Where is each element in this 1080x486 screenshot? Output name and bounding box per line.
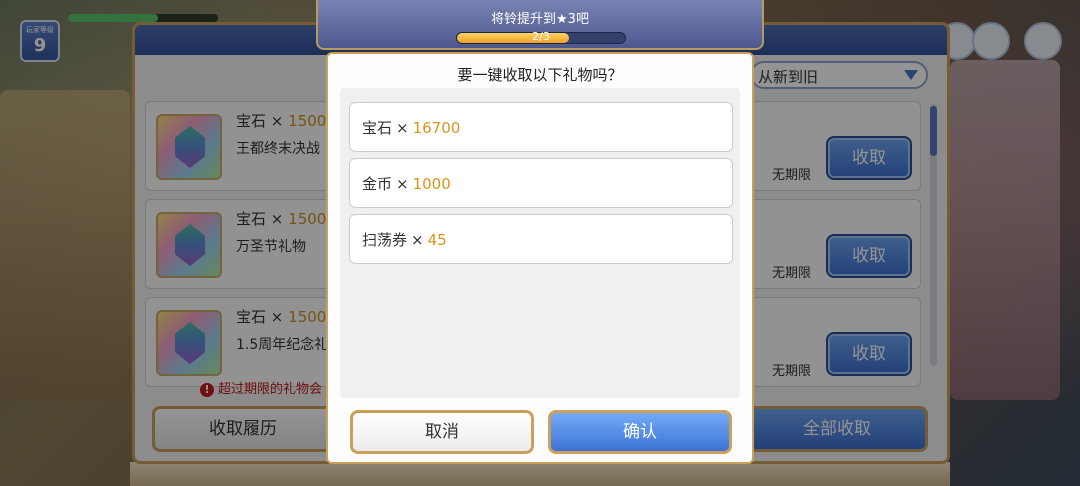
- dialog-item: 扫荡券 × 45: [349, 214, 733, 264]
- dialog-item-name: 金币: [362, 175, 393, 193]
- dialog-item-qty: 16700: [412, 119, 461, 137]
- confirm-button[interactable]: 确认: [548, 410, 732, 454]
- claim-all-dialog: 要一键收取以下礼物吗？ 宝石 × 16700 金币 × 1000 扫荡券 × 45 取消 确…: [326, 52, 754, 464]
- dialog-item-mul: ×: [396, 119, 409, 137]
- dialog-item-qty: 45: [427, 231, 447, 249]
- dialog-item-name: 宝石: [362, 119, 393, 137]
- dialog-item-list: 宝石 × 16700 金币 × 1000 扫荡券 × 45: [340, 88, 740, 398]
- dialog-item: 宝石 × 16700: [349, 102, 733, 152]
- mission-text: 将铃提升到★3吧: [491, 12, 589, 27]
- mission-banner: 将铃提升到★3吧 2/3: [316, 0, 764, 50]
- mission-progress-bar: 2/3: [456, 30, 626, 44]
- dialog-item-name: 扫荡券: [362, 231, 408, 249]
- dialog-item-mul: ×: [396, 175, 409, 193]
- dialog-item-qty: 1000: [412, 175, 451, 193]
- dialog-title: 要一键收取以下礼物吗？: [457, 66, 623, 84]
- dialog-item-mul: ×: [411, 231, 424, 249]
- cancel-button[interactable]: 取消: [350, 410, 534, 454]
- mission-progress-count: 2/3: [532, 30, 550, 43]
- dialog-item: 金币 × 1000: [349, 158, 733, 208]
